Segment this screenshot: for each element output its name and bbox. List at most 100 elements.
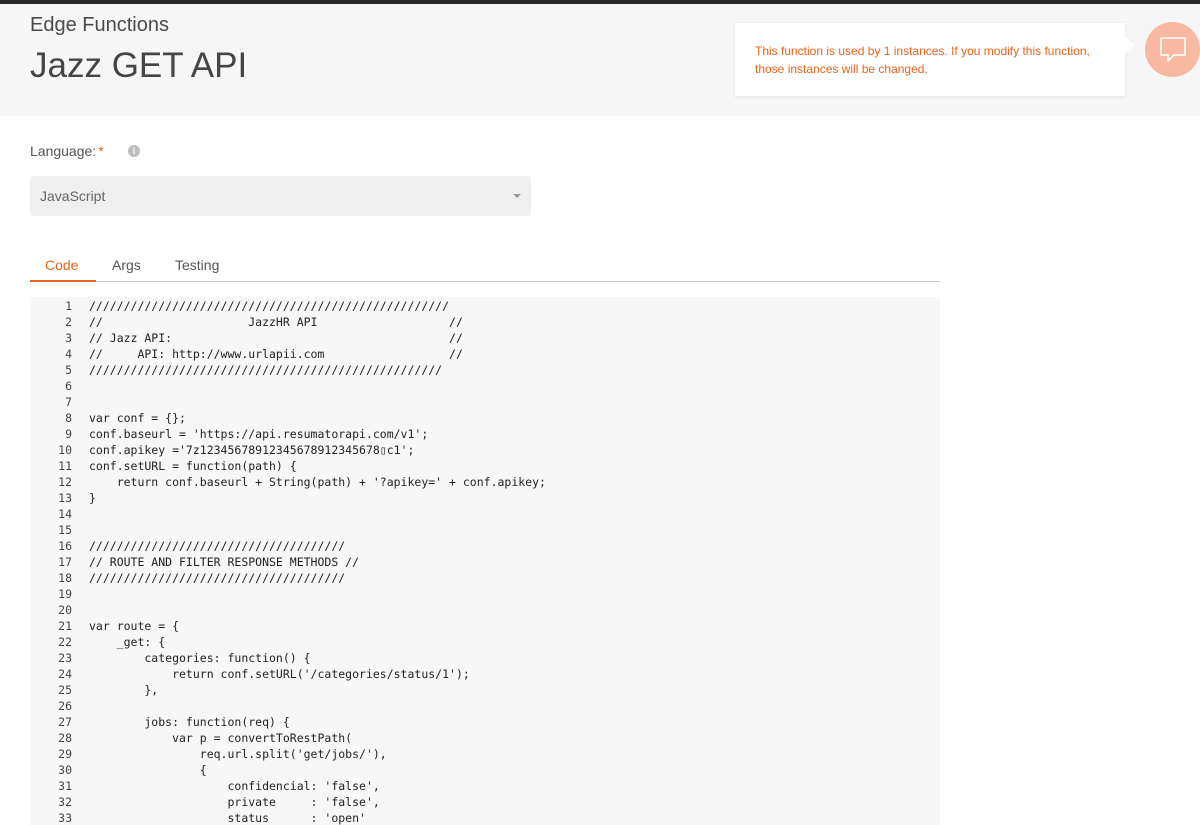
code-text: }, xyxy=(89,683,159,697)
code-text: return conf.setURL('/categories/status/1… xyxy=(89,667,470,681)
code-text: ///////////////////////////////////// xyxy=(89,539,346,553)
line-number: 33 xyxy=(58,811,72,825)
code-text: _get: { xyxy=(89,635,166,649)
required-mark: * xyxy=(98,143,104,159)
line-number: 2 xyxy=(65,315,72,329)
line-number: 29 xyxy=(58,747,72,761)
code-line[interactable]: 23 categories: function() { xyxy=(30,650,940,666)
code-line[interactable]: 17 // ROUTE AND FILTER RESPONSE METHODS /… xyxy=(30,554,940,570)
code-text: // ROUTE AND FILTER RESPONSE METHODS // xyxy=(89,555,360,569)
code-line[interactable]: 7 xyxy=(30,394,940,410)
tab-code[interactable]: Code xyxy=(45,257,78,273)
language-select[interactable]: JavaScript xyxy=(30,176,531,216)
chat-button[interactable] xyxy=(1145,22,1200,77)
line-number: 27 xyxy=(58,715,72,729)
code-line[interactable]: 25 }, xyxy=(30,682,940,698)
code-line[interactable]: 29 req.url.split('get/jobs/'), xyxy=(30,746,940,762)
code-line[interactable]: 24 return conf.setURL('/categories/statu… xyxy=(30,666,940,682)
notice-text: This function is used by 1 instances. If… xyxy=(755,44,1090,76)
code-line[interactable]: 6 xyxy=(30,378,940,394)
line-number: 1 xyxy=(65,299,72,313)
chevron-down-icon xyxy=(513,194,521,198)
code-text: ////////////////////////////////////////… xyxy=(89,299,450,313)
code-text: // Jazz API: // xyxy=(89,331,463,345)
code-line[interactable]: 1 ///////////////////////////////////////… xyxy=(30,298,940,314)
code-line[interactable]: 22 _get: { xyxy=(30,634,940,650)
language-label-text: Language: xyxy=(30,143,97,159)
breadcrumb[interactable]: Edge Functions xyxy=(30,14,169,37)
code-editor[interactable]: 1///////////////////////////////////////… xyxy=(30,297,940,825)
code-text: { xyxy=(89,763,207,777)
line-number: 13 xyxy=(58,491,72,505)
code-text: var conf = {}; xyxy=(89,411,186,425)
code-line[interactable]: 21 var route = { xyxy=(30,618,940,634)
chat-bubble-icon xyxy=(1159,36,1186,62)
code-text: private : 'false', xyxy=(89,795,380,809)
line-number: 20 xyxy=(58,603,72,617)
code-text: var route = { xyxy=(89,619,180,633)
code-line[interactable]: 16 ///////////////////////////////////// xyxy=(30,538,940,554)
line-number: 14 xyxy=(58,507,72,521)
code-text: ///////////////////////////////////// xyxy=(89,571,346,585)
code-line[interactable]: 9 conf.baseurl = 'https://api.resumatorap… xyxy=(30,426,940,442)
tab-testing[interactable]: Testing xyxy=(175,257,219,273)
line-number: 9 xyxy=(65,427,72,441)
code-line[interactable]: 20 xyxy=(30,602,940,618)
line-number: 11 xyxy=(58,459,72,473)
code-line[interactable]: 26 xyxy=(30,698,940,714)
line-number: 32 xyxy=(58,795,72,809)
tab-args[interactable]: Args xyxy=(112,257,141,273)
code-text: categories: function() { xyxy=(89,651,311,665)
code-text: return conf.baseurl + String(path) + '?a… xyxy=(89,475,546,489)
code-line[interactable]: 5 ///////////////////////////////////////… xyxy=(30,362,940,378)
code-text: confidencial: 'false', xyxy=(89,779,380,793)
line-number: 23 xyxy=(58,651,72,665)
code-text: } xyxy=(89,491,96,505)
code-line[interactable]: 31 confidencial: 'false', xyxy=(30,778,940,794)
info-icon[interactable]: i xyxy=(128,145,140,157)
line-number: 15 xyxy=(58,523,72,537)
notice-arrow xyxy=(1125,36,1134,54)
line-number: 8 xyxy=(65,411,72,425)
code-line[interactable]: 27 jobs: function(req) { xyxy=(30,714,940,730)
instances-notice: This function is used by 1 instances. If… xyxy=(735,23,1125,96)
line-number: 25 xyxy=(58,683,72,697)
code-line[interactable]: 19 xyxy=(30,586,940,602)
line-number: 10 xyxy=(58,443,72,457)
code-text: req.url.split('get/jobs/'), xyxy=(89,747,387,761)
code-line[interactable]: 12 return conf.baseurl + String(path) + … xyxy=(30,474,940,490)
line-number: 12 xyxy=(58,475,72,489)
code-text: conf.setURL = function(path) { xyxy=(89,459,297,473)
code-line[interactable]: 15 xyxy=(30,522,940,538)
active-tab-indicator xyxy=(30,280,96,282)
line-number: 17 xyxy=(58,555,72,569)
code-text: var p = convertToRestPath( xyxy=(89,731,353,745)
code-text: status : 'open' xyxy=(89,811,366,825)
code-line[interactable]: 2 // JazzHR API // xyxy=(30,314,940,330)
line-number: 5 xyxy=(65,363,72,377)
code-line[interactable]: 18 ///////////////////////////////////// xyxy=(30,570,940,586)
line-number: 26 xyxy=(58,699,72,713)
code-line[interactable]: 13} xyxy=(30,490,940,506)
line-number: 31 xyxy=(58,779,72,793)
code-line[interactable]: 14 xyxy=(30,506,940,522)
code-line[interactable]: 8 var conf = {}; xyxy=(30,410,940,426)
code-line[interactable]: 3 // Jazz API: // xyxy=(30,330,940,346)
code-line[interactable]: 10 conf.apikey ='7z1234567891234567891234… xyxy=(30,442,940,458)
line-number: 21 xyxy=(58,619,72,633)
code-line[interactable]: 11 conf.setURL = function(path) { xyxy=(30,458,940,474)
language-select-value: JavaScript xyxy=(40,188,106,204)
code-line[interactable]: 32 private : 'false', xyxy=(30,794,940,810)
line-number: 7 xyxy=(65,395,72,409)
code-line[interactable]: 33 status : 'open' xyxy=(30,810,940,825)
tab-bar: Code Args Testing xyxy=(30,248,940,282)
code-line[interactable]: 30 { xyxy=(30,762,940,778)
code-text: conf.apikey ='7z123456789123456789123456… xyxy=(89,443,415,457)
line-number: 30 xyxy=(58,763,72,777)
code-text: // JazzHR API // xyxy=(89,315,463,329)
code-text: conf.baseurl = 'https://api.resumatorapi… xyxy=(89,427,429,441)
page-title: Jazz GET API xyxy=(30,46,248,85)
line-number: 18 xyxy=(58,571,72,585)
code-line[interactable]: 4 // API: http://www.urlapii.com // xyxy=(30,346,940,362)
code-line[interactable]: 28 var p = convertToRestPath( xyxy=(30,730,940,746)
